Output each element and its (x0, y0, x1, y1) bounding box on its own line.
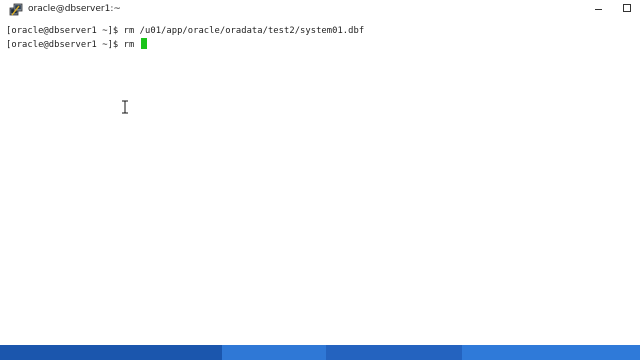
ibeam-cursor-icon (121, 99, 129, 114)
terminal-line-with-cursor: [oracle@dbserver1 ~]$ rm (6, 38, 147, 51)
window-titlebar[interactable]: oracle@dbserver1:~ (0, 0, 640, 18)
window-title: oracle@dbserver1:~ (28, 4, 121, 14)
taskbar-segment[interactable] (222, 345, 326, 360)
terminal-line: [oracle@dbserver1 ~]$ rm /u01/app/oracle… (6, 26, 365, 36)
minimize-button[interactable] (586, 0, 612, 18)
putty-icon[interactable] (9, 2, 23, 16)
taskbar-segment[interactable] (462, 345, 640, 360)
taskbar-segment[interactable] (326, 345, 462, 360)
maximize-icon (623, 4, 631, 12)
maximize-button[interactable] (614, 0, 640, 18)
taskbar (0, 345, 640, 360)
taskbar-segment[interactable] (0, 345, 250, 360)
terminal-area[interactable]: [oracle@dbserver1 ~]$ rm /u01/app/oracle… (0, 18, 640, 345)
text-cursor (140, 38, 147, 49)
terminal-prompt-line: [oracle@dbserver1 ~]$ rm (6, 40, 140, 50)
terminal-window: oracle@dbserver1:~ [oracle@dbserver1 ~]$… (0, 0, 640, 345)
minimize-icon (595, 9, 602, 10)
